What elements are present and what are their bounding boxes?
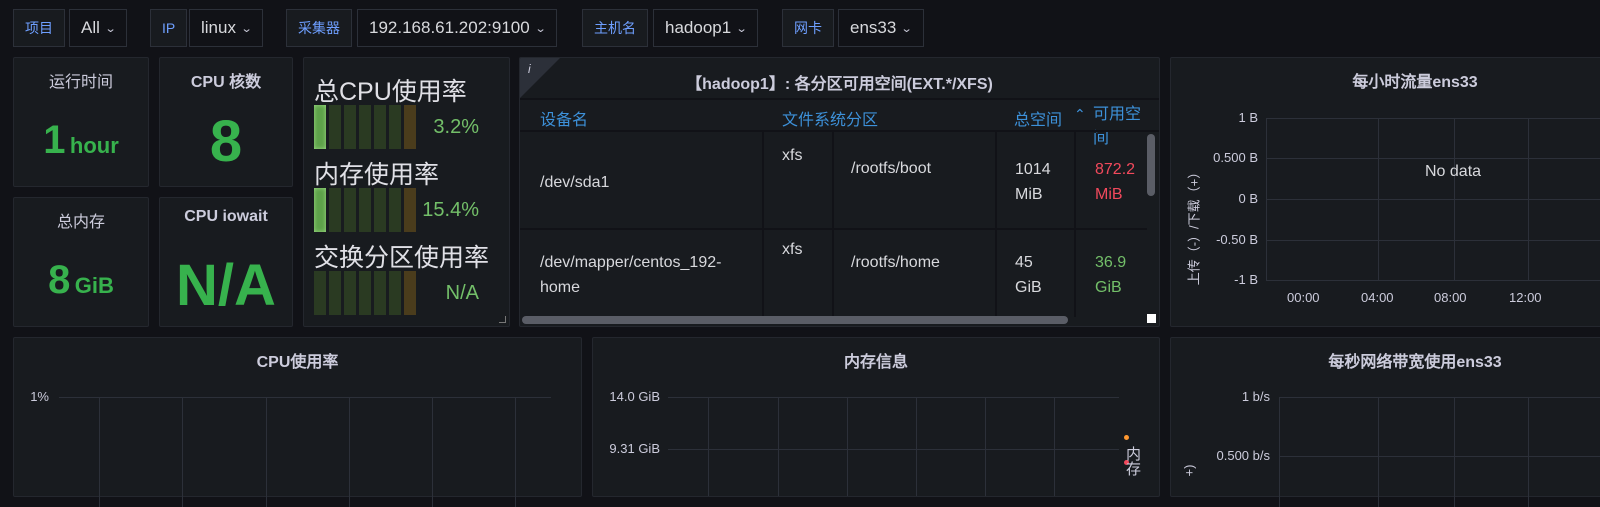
cell-mount: /rootfs/home	[851, 254, 940, 271]
hourly-traffic-panel[interactable]: 每小时流量ens33 上传（-）/下载（+） 1 B 0.500 B 0 B -…	[1170, 57, 1600, 327]
partition-table-panel[interactable]: i 【hadoop1】: 各分区可用空间(EXT.*/XFS) 设备名 文件系统…	[519, 57, 1160, 327]
uptime-stat: 1 hour	[14, 118, 148, 163]
chevron-down-icon: ⌄	[104, 22, 117, 35]
gauge-swap-bar	[314, 271, 416, 315]
traffic-xtick: 04:00	[1361, 290, 1394, 305]
col-header-avail[interactable]: 可用空间	[1093, 103, 1155, 151]
cell-total: 1014 MiB	[1015, 161, 1051, 203]
traffic-ytick: 1 B	[1238, 110, 1258, 125]
cell-fs: xfs	[782, 241, 803, 258]
total-mem-title: 总内存	[56, 214, 105, 231]
var-label-nic: 网卡	[782, 9, 834, 47]
var-value-hostname: hadoop1	[665, 18, 732, 37]
mem-info-panel[interactable]: 内存信息 14.0 GiB 9.31 GiB 内存	[592, 337, 1160, 497]
total-mem-unit: GiB	[74, 273, 114, 298]
cell-fs: xfs	[782, 147, 803, 164]
cell-avail: 36.9 GiB	[1095, 254, 1127, 296]
var-label-ip: IP	[150, 9, 188, 47]
gauge-swap-value: N/A	[445, 282, 479, 304]
chevron-down-icon: ⌄	[900, 22, 913, 35]
gauge-mem-value: 15.4%	[422, 199, 479, 221]
mem-info-title: 内存信息	[843, 354, 908, 371]
var-label-collector: 采集器	[286, 9, 352, 47]
usage-gauge-panel[interactable]: 总CPU使用率 3.2% 内存使用率 15.4% 交换分区使用率 N/A	[303, 57, 510, 327]
cpu-usage-panel[interactable]: CPU使用率 1%	[13, 337, 582, 507]
var-label-project: 项目	[13, 9, 65, 47]
var-select-hostname[interactable]: hadoop1 ⌄	[653, 9, 759, 47]
resize-handle[interactable]	[499, 316, 506, 323]
scroll-corner	[1147, 314, 1156, 323]
cpu-cores-value: 8	[209, 109, 243, 174]
var-value-project: All	[81, 18, 100, 37]
cpu-iowait-value: N/A	[176, 253, 276, 318]
mem-legend-label: 内存	[1124, 446, 1141, 476]
no-data-message: No data	[1425, 163, 1482, 180]
vertical-scrollbar[interactable]	[1147, 134, 1155, 196]
cpu-cores-title: CPU 核数	[190, 74, 262, 91]
bandwidth-panel[interactable]: 每秒网络带宽使用ens33 1 b/s 0.500 b/s +)	[1170, 337, 1600, 507]
total-mem-panel[interactable]: 总内存 8 GiB	[13, 197, 149, 327]
chevron-down-icon: ⌄	[240, 22, 253, 35]
traffic-xtick: 08:00	[1434, 290, 1467, 305]
traffic-ytick: -1 B	[1234, 272, 1258, 287]
col-header-total[interactable]: 总空间	[1014, 106, 1062, 130]
cell-device: /dev/mapper/centos_192-home	[540, 254, 722, 296]
uptime-value: 1	[43, 118, 66, 162]
total-mem-value: 8	[48, 258, 71, 302]
bandwidth-ylabel: +)	[1181, 464, 1197, 477]
traffic-xtick: 12:00	[1509, 290, 1542, 305]
traffic-ytick: 0.500 B	[1213, 150, 1258, 165]
bandwidth-ytick: 0.500 b/s	[1216, 448, 1271, 463]
cell-device: /dev/sda1	[540, 174, 610, 191]
legend-marker-orange	[1124, 435, 1129, 440]
chevron-down-icon: ⌄	[534, 22, 547, 35]
uptime-panel[interactable]: 运行时间 1 hour	[13, 57, 149, 187]
gauge-mem-label: 内存使用率	[314, 161, 440, 189]
bandwidth-title: 每秒网络带宽使用ens33	[1328, 354, 1502, 371]
table-title: 【hadoop1】: 各分区可用空间(EXT.*/XFS)	[686, 76, 993, 93]
horizontal-scrollbar[interactable]	[522, 316, 1068, 324]
chevron-down-icon: ⌄	[735, 22, 748, 35]
var-value-nic: ens33	[850, 18, 897, 37]
cell-mount: /rootfs/boot	[851, 160, 932, 177]
traffic-title: 每小时流量ens33	[1352, 74, 1478, 91]
var-value-ip: linux	[201, 18, 236, 37]
gauge-cpu-value: 3.2%	[433, 116, 479, 138]
cpu-usage-ytick: 1%	[30, 389, 49, 404]
gauge-cpu-label: 总CPU使用率	[314, 78, 467, 106]
sort-asc-icon: ⌃	[1074, 106, 1086, 122]
col-header-fs[interactable]: 文件系统分区	[782, 106, 878, 130]
gauge-mem-bar	[314, 188, 416, 232]
cpu-iowait-title: CPU iowait	[184, 208, 268, 225]
gauge-cpu-bar	[314, 105, 416, 149]
var-select-collector[interactable]: 192.168.61.202:9100 ⌄	[357, 9, 557, 47]
var-select-project[interactable]: All ⌄	[69, 9, 128, 47]
total-mem-stat: 8 GiB	[14, 258, 148, 303]
cpu-cores-panel[interactable]: CPU 核数 8	[159, 57, 293, 187]
uptime-unit: hour	[69, 133, 119, 158]
gauge-swap-label: 交换分区使用率	[314, 244, 490, 272]
traffic-ytick: 0 B	[1238, 191, 1258, 206]
uptime-title: 运行时间	[48, 74, 113, 91]
cpu-iowait-panel[interactable]: CPU iowait N/A	[159, 197, 293, 327]
var-select-nic[interactable]: ens33 ⌄	[838, 9, 924, 47]
traffic-xtick: 00:00	[1287, 290, 1320, 305]
col-header-device[interactable]: 设备名	[540, 106, 588, 130]
bandwidth-ytick: 1 b/s	[1241, 389, 1270, 404]
cell-avail: 872.2 MiB	[1095, 161, 1136, 203]
var-label-hostname: 主机名	[582, 9, 648, 47]
mem-info-ytick: 9.31 GiB	[609, 441, 660, 456]
cell-total: 45 GiB	[1015, 254, 1042, 296]
cpu-usage-title: CPU使用率	[256, 354, 339, 371]
traffic-ytick: -0.50 B	[1216, 232, 1258, 247]
var-value-collector: 192.168.61.202:9100	[369, 18, 530, 37]
mem-info-ytick: 14.0 GiB	[609, 389, 660, 404]
var-select-ip[interactable]: linux ⌄	[189, 9, 264, 47]
